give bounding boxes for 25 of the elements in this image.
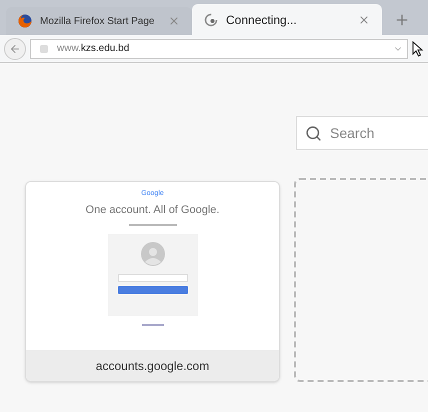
address-bar[interactable]: www.kzs.edu.bd <box>30 38 408 58</box>
browser-tab[interactable]: Connecting... <box>192 4 382 35</box>
tab-title: Mozilla Firefox Start Page <box>40 14 156 28</box>
back-button[interactable] <box>4 38 26 60</box>
thumbnail-next-button <box>118 286 188 294</box>
tile-caption: accounts.google.com <box>26 350 279 381</box>
thumbnail-email-field <box>118 274 188 282</box>
url-text: www.kzs.edu.bd <box>57 42 130 56</box>
browser-tab[interactable]: Mozilla Firefox Start Page <box>6 7 192 35</box>
search-input[interactable]: Search <box>330 122 420 144</box>
search-icon <box>305 124 322 142</box>
thumbnail-link-line <box>142 324 164 326</box>
avatar-icon <box>140 242 164 266</box>
back-arrow-icon <box>9 42 21 54</box>
loading-icon <box>204 12 218 26</box>
page-icon <box>39 44 49 54</box>
thumbnail-subtitle-line <box>128 224 176 226</box>
new-tab-icon[interactable] <box>394 12 410 28</box>
search-field[interactable]: Search <box>296 116 428 150</box>
thumbnail-headline: One account. All of Google. <box>86 205 220 216</box>
browser-logo-icon <box>18 14 32 28</box>
tab-title: Connecting... <box>226 12 298 28</box>
close-icon[interactable] <box>358 14 370 26</box>
close-icon[interactable] <box>168 15 180 27</box>
pointer-cursor-icon <box>412 40 424 56</box>
